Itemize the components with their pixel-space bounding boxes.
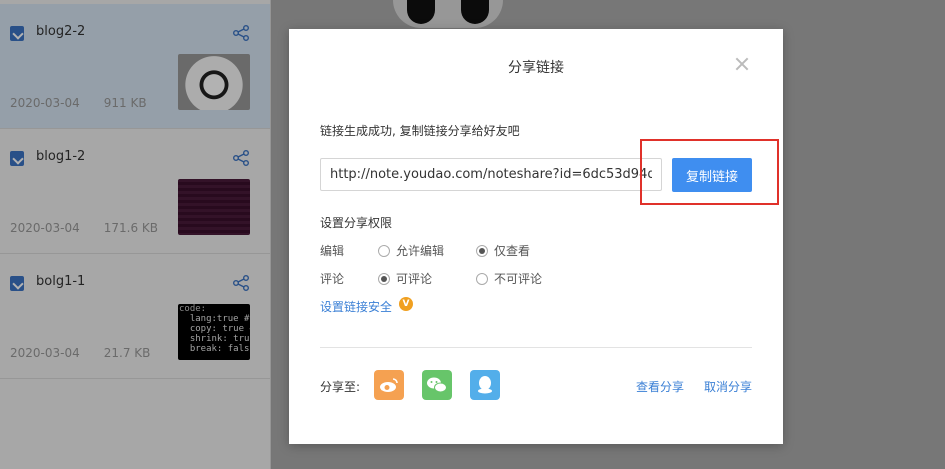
dialog-title: 分享链接: [508, 60, 564, 76]
success-message: 链接生成成功, 复制链接分享给好友吧: [320, 124, 520, 138]
comment-label: 评论: [320, 272, 345, 286]
weibo-icon[interactable]: [374, 370, 404, 400]
radio-label: 不可评论: [494, 272, 543, 286]
qq-icon[interactable]: [470, 370, 500, 400]
share-link-dialog: 分享链接 链接生成成功, 复制链接分享给好友吧 复制链接 设置分享权限 编辑 允…: [289, 29, 783, 444]
radio-label: 仅查看: [494, 244, 531, 258]
vip-badge-icon: V: [399, 297, 413, 311]
link-security-link[interactable]: 设置链接安全: [320, 298, 392, 315]
highlight-annotation: [640, 139, 779, 205]
share-to-label: 分享至:: [320, 380, 361, 394]
radio-dot: [476, 244, 488, 257]
cancel-share-link[interactable]: 取消分享: [704, 378, 752, 395]
radio-allow-edit[interactable]: 允许编辑: [378, 242, 444, 259]
radio-dot: [476, 272, 488, 285]
radio-dot: [378, 272, 390, 285]
share-link-input[interactable]: [320, 158, 662, 191]
radio-allow-comment[interactable]: 可评论: [378, 270, 432, 287]
edit-label: 编辑: [320, 244, 345, 258]
close-icon[interactable]: [735, 57, 749, 71]
radio-view-only[interactable]: 仅查看: [476, 242, 530, 259]
radio-dot: [378, 244, 390, 257]
permission-title: 设置分享权限: [320, 216, 393, 230]
radio-label: 允许编辑: [396, 244, 445, 258]
view-share-link[interactable]: 查看分享: [636, 378, 684, 395]
wechat-icon[interactable]: [422, 370, 452, 400]
radio-no-comment[interactable]: 不可评论: [476, 270, 542, 287]
divider: [320, 347, 752, 348]
radio-label: 可评论: [396, 272, 433, 286]
